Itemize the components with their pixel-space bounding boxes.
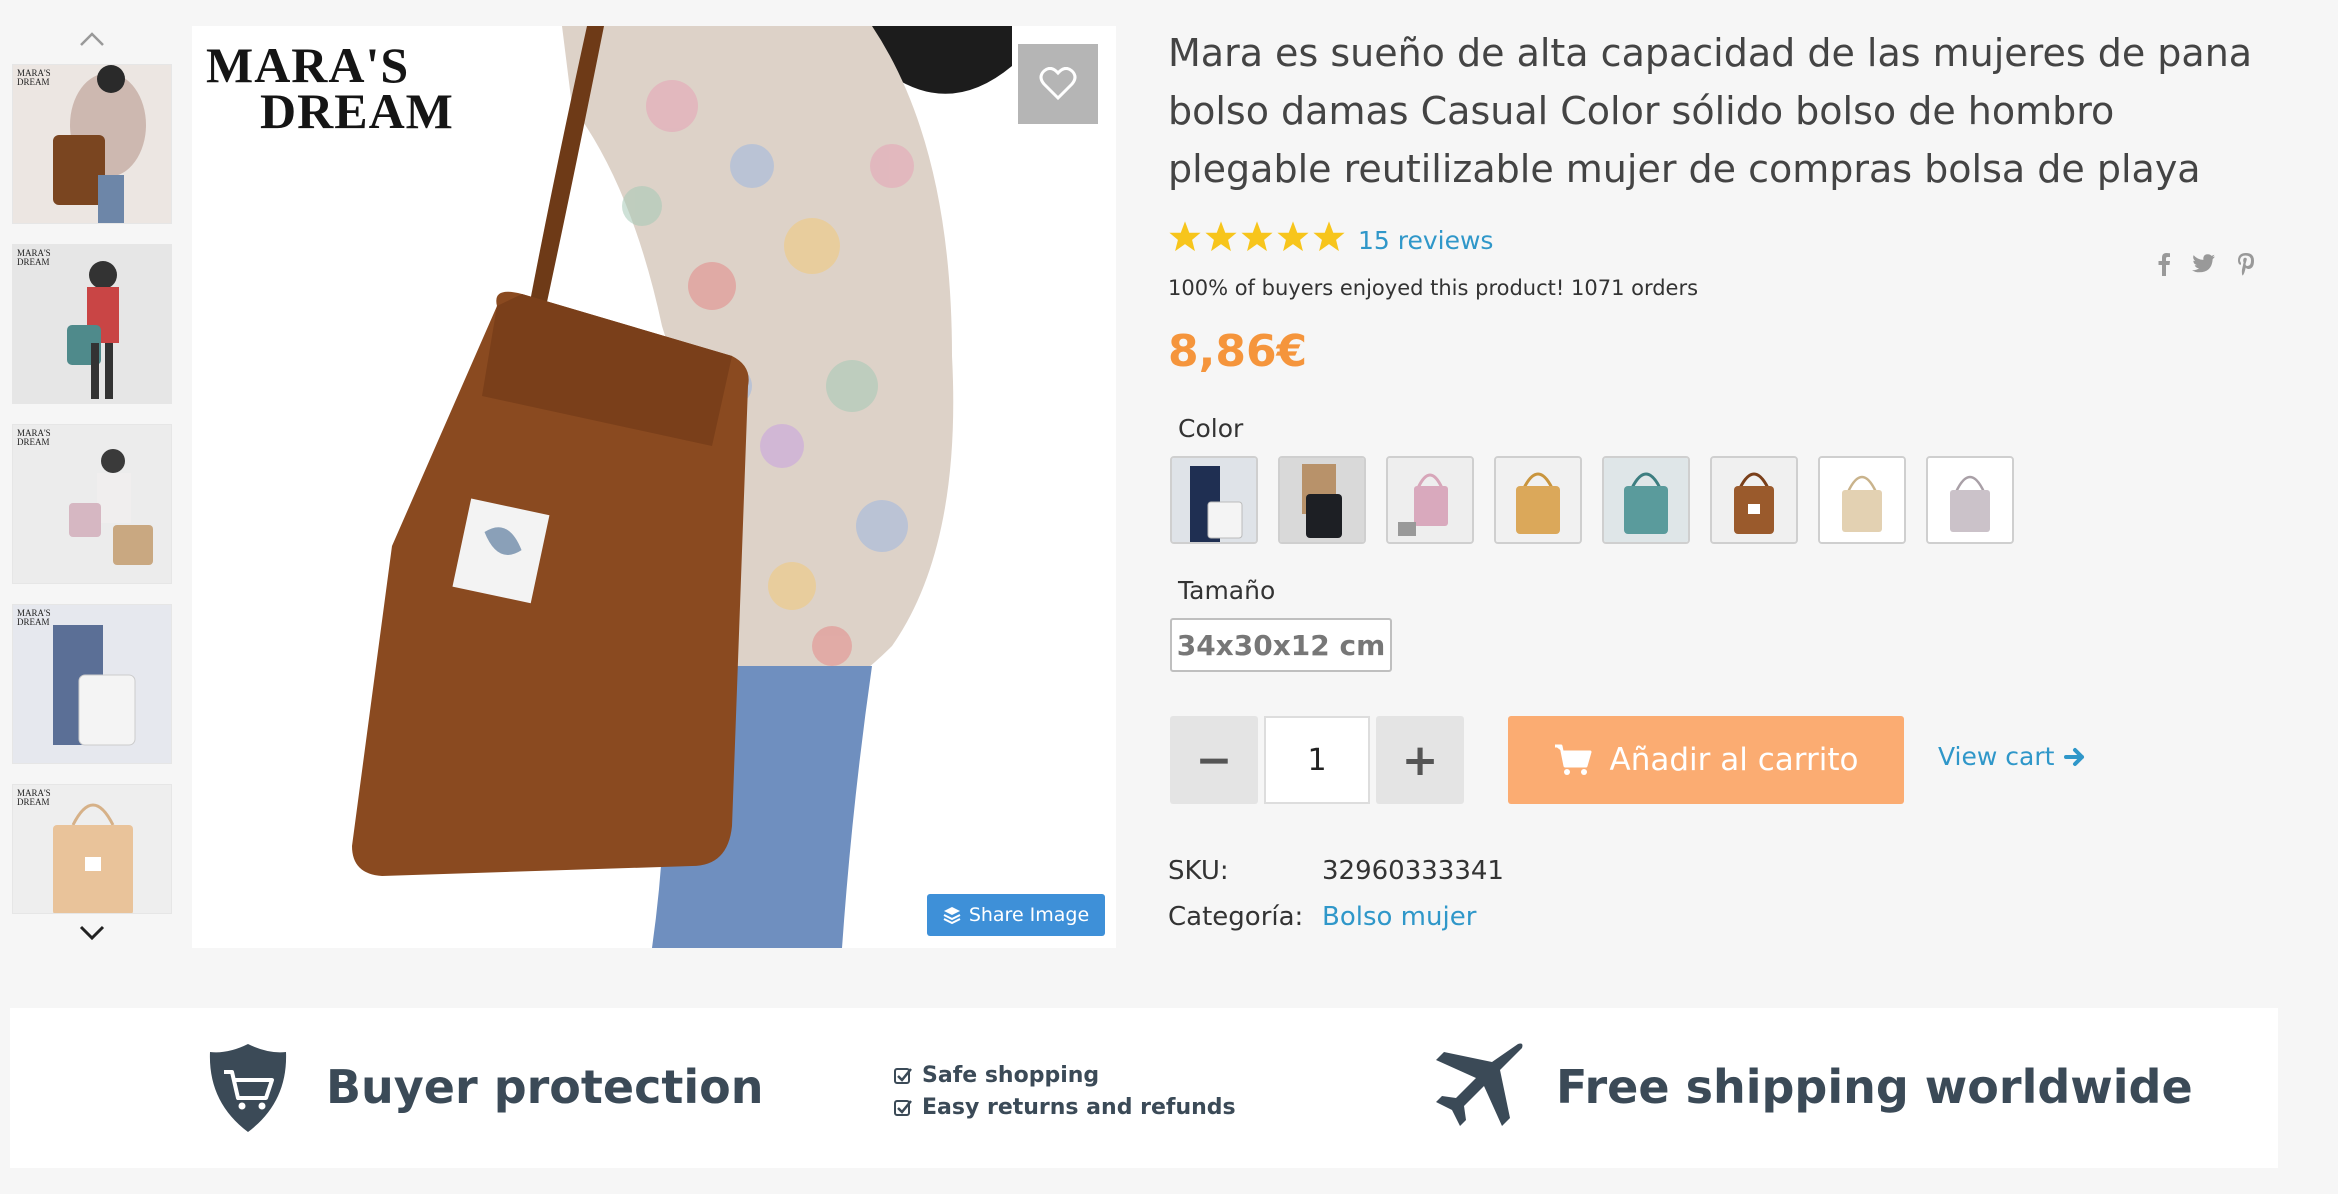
thumbnail-5[interactable]: MARA'S DREAM	[12, 784, 172, 914]
color-swatch-mustard[interactable]	[1494, 456, 1582, 544]
brand-line-2: DREAM	[260, 83, 454, 139]
color-swatch-teal[interactable]	[1602, 456, 1690, 544]
main-product-image[interactable]: MARA'S DREAM Share Image	[192, 26, 1116, 948]
thumbnail-1[interactable]: MARA'S DREAM	[12, 64, 172, 224]
color-option-label: Color	[1178, 414, 1244, 443]
thumbnail-logo: MARA'S DREAM	[17, 248, 51, 267]
heart-icon	[1039, 67, 1077, 101]
check-square-icon	[894, 1068, 912, 1084]
add-to-cart-button[interactable]: Añadir al carrito	[1508, 716, 1904, 804]
quantity-decrease-button[interactable]: −	[1170, 716, 1258, 804]
facebook-icon[interactable]	[2152, 250, 2176, 278]
check-label: Safe shopping	[922, 1063, 1100, 1088]
arrow-right-icon	[2064, 747, 2085, 766]
layers-icon	[943, 907, 961, 924]
chevron-down-icon[interactable]	[10, 918, 174, 948]
quantity-input[interactable]	[1264, 716, 1370, 804]
add-to-cart-label: Añadir al carrito	[1609, 742, 1859, 778]
chevron-up-icon[interactable]	[10, 24, 174, 54]
product-price: 8,86€	[1168, 326, 1308, 377]
buyer-satisfaction-text: 100% of buyers enjoyed this product! 107…	[1168, 276, 1699, 300]
color-swatch-brown[interactable]	[1710, 456, 1798, 544]
check-label: Easy returns and refunds	[922, 1095, 1236, 1120]
reviews-link[interactable]: 15 reviews	[1358, 226, 1493, 255]
star-icon	[1169, 221, 1201, 252]
thumbnail-3[interactable]: MARA'S DREAM	[12, 424, 172, 584]
check-square-icon	[894, 1100, 912, 1116]
check-item-safe-shopping: Safe shopping	[894, 1060, 1236, 1092]
star-icon	[1241, 221, 1273, 252]
brand-logo: MARA'S DREAM	[206, 40, 454, 139]
view-cart-link[interactable]: View cart	[1938, 742, 2086, 771]
star-icon	[1313, 221, 1345, 252]
view-cart-label: View cart	[1938, 742, 2055, 771]
star-rating	[1168, 220, 1346, 254]
protection-checklist: Safe shopping Easy returns and refunds	[894, 1060, 1236, 1124]
quantity-increase-button[interactable]: +	[1376, 716, 1464, 804]
color-swatches	[1170, 456, 2014, 544]
share-image-button[interactable]: Share Image	[927, 894, 1105, 936]
color-swatch-pink[interactable]	[1386, 456, 1474, 544]
thumbnail-logo: MARA'S DREAM	[17, 68, 51, 87]
category-key: Categoría:	[1168, 902, 1304, 932]
check-item-easy-returns: Easy returns and refunds	[894, 1092, 1236, 1124]
color-swatch-navy[interactable]	[1170, 456, 1258, 544]
sku-value: 32960333341	[1322, 856, 1504, 886]
product-photo	[192, 26, 1116, 948]
star-icon	[1277, 221, 1309, 252]
favorite-button[interactable]	[1018, 44, 1098, 124]
airplane-icon	[1430, 1040, 1526, 1140]
thumbnail-2[interactable]: MARA'S DREAM	[12, 244, 172, 404]
thumbnail-logo: MARA'S DREAM	[17, 428, 51, 447]
thumbnail-logo: MARA'S DREAM	[17, 788, 51, 807]
color-swatch-black[interactable]	[1278, 456, 1366, 544]
product-title: Mara es sueño de alta capacidad de las m…	[1168, 31, 2253, 191]
size-option-button[interactable]: 34x30x12 cm	[1170, 618, 1392, 672]
free-shipping-heading: Free shipping worldwide	[1556, 1060, 2193, 1114]
sku-key: SKU:	[1168, 856, 1229, 886]
buyer-protection-heading: Buyer protection	[326, 1060, 764, 1114]
thumbnail-4[interactable]: MARA'S DREAM	[12, 604, 172, 764]
category-link[interactable]: Bolso mujer	[1322, 902, 1476, 932]
color-swatch-beige[interactable]	[1818, 456, 1906, 544]
twitter-icon[interactable]	[2192, 250, 2216, 278]
cart-icon	[1554, 744, 1592, 775]
shield-cart-icon	[206, 1042, 290, 1138]
star-icon	[1205, 221, 1237, 252]
size-option-label: Tamaño	[1178, 576, 1276, 605]
thumbnail-gallery: MARA'S DREAM MARA'S DREAM MARA'S DREAM MARA…	[10, 20, 174, 950]
color-swatch-grey[interactable]	[1926, 456, 2014, 544]
share-image-label: Share Image	[968, 904, 1090, 926]
pinterest-icon[interactable]	[2234, 250, 2258, 278]
trust-banner: Buyer protection Safe shopping Easy retu…	[10, 1008, 2278, 1168]
thumbnail-logo: MARA'S DREAM	[17, 608, 51, 627]
